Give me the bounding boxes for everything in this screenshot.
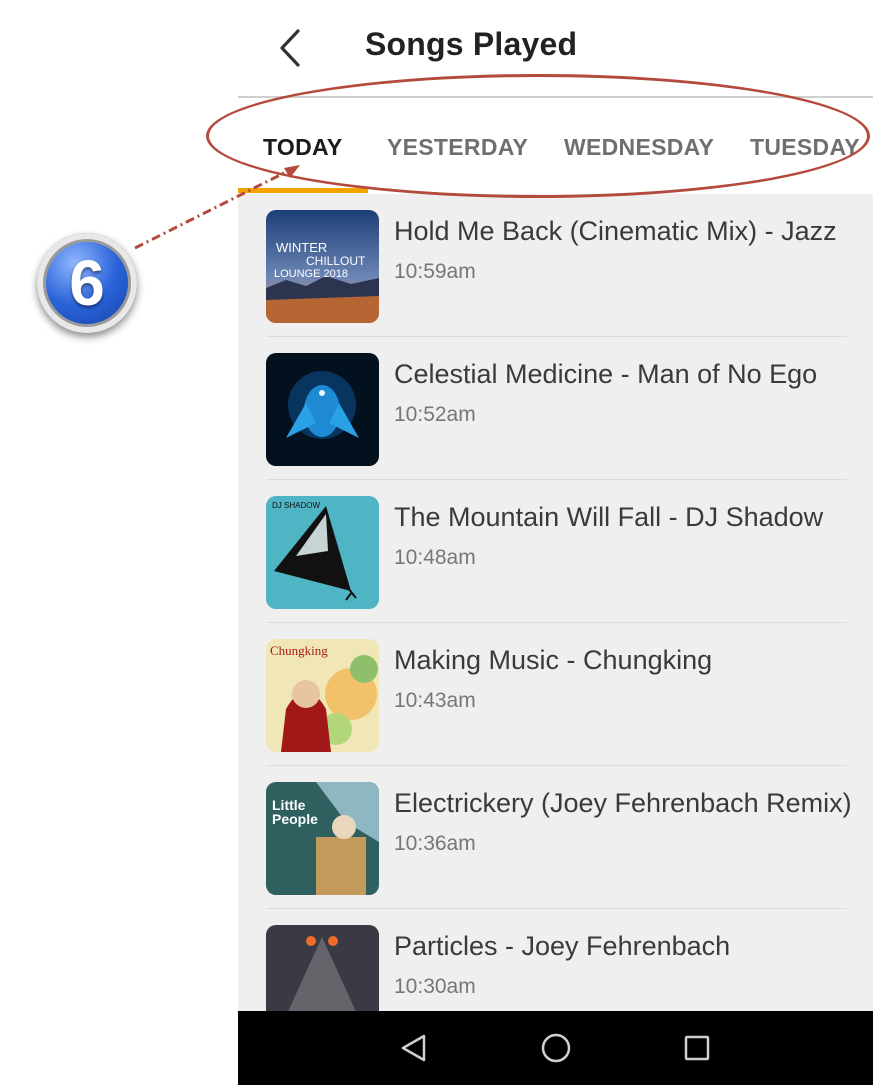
tab-tuesday[interactable]: TUESDAY: [750, 134, 860, 161]
song-row[interactable]: Chungking Making Music - Chungking 10:43…: [238, 623, 873, 766]
song-time: 10:52am: [394, 403, 476, 426]
active-tab-indicator: [238, 188, 368, 193]
tab-yesterday[interactable]: YESTERDAY: [387, 134, 528, 161]
song-time: 10:59am: [394, 260, 476, 283]
song-time: 10:43am: [394, 689, 476, 712]
callout-number-badge: 6: [37, 233, 137, 333]
art-text: Chungking: [270, 643, 328, 658]
song-row[interactable]: Celestial Medicine - Man of No Ego 10:52…: [238, 337, 873, 480]
nav-home-button[interactable]: [531, 1025, 581, 1071]
album-art: Chungking: [266, 639, 379, 752]
songs-list: WINTER CHILLOUT LOUNGE 2018 Hold Me Back…: [238, 194, 873, 1011]
nav-back-button[interactable]: [389, 1025, 439, 1071]
app-header: Songs Played: [238, 0, 873, 98]
album-art: [266, 353, 379, 466]
art-text: WINTER: [276, 240, 327, 255]
song-title: Particles - Joey Fehrenbach: [394, 931, 731, 961]
app-screen: Songs Played TODAY YESTERDAY WEDNESDAY T…: [238, 0, 873, 1085]
album-art: WINTER CHILLOUT LOUNGE 2018: [266, 210, 379, 323]
song-time: 10:48am: [394, 546, 476, 569]
back-arrow-icon: [280, 29, 300, 67]
nav-recents-icon: [684, 1035, 710, 1061]
song-row[interactable]: WINTER CHILLOUT LOUNGE 2018 Hold Me Back…: [238, 194, 873, 337]
song-row[interactable]: Little People Electrickery (Joey Fehrenb…: [238, 766, 873, 909]
song-title: Electrickery (Joey Fehrenbach Remix): [394, 788, 852, 818]
page-title: Songs Played: [365, 26, 578, 62]
album-art: DJ SHADOW: [266, 496, 379, 609]
callout-number: 6: [69, 247, 105, 319]
art-text: LOUNGE 2018: [274, 268, 348, 280]
song-time: 10:30am: [394, 975, 476, 998]
art-text: People: [272, 811, 318, 827]
art-text: DJ SHADOW: [272, 501, 320, 510]
song-title: Hold Me Back (Cinematic Mix) - Jazz: [394, 216, 837, 246]
nav-recents-button[interactable]: [672, 1025, 722, 1071]
nav-back-icon: [401, 1034, 426, 1062]
album-art: [266, 925, 379, 1011]
album-art: Little People: [266, 782, 379, 895]
day-tabs: TODAY YESTERDAY WEDNESDAY TUESDAY: [238, 98, 873, 194]
system-navigation-bar: [238, 1011, 873, 1085]
song-title: Celestial Medicine - Man of No Ego: [394, 359, 818, 389]
back-button[interactable]: [268, 24, 312, 72]
tab-wednesday[interactable]: WEDNESDAY: [564, 134, 714, 161]
song-row[interactable]: Particles - Joey Fehrenbach 10:30am: [238, 909, 873, 1011]
nav-home-icon: [541, 1033, 571, 1063]
song-title: Making Music - Chungking: [394, 645, 713, 675]
tab-today[interactable]: TODAY: [263, 134, 342, 161]
song-row[interactable]: DJ SHADOW The Mountain Will Fall - DJ Sh…: [238, 480, 873, 623]
song-time: 10:36am: [394, 832, 476, 855]
art-text: CHILLOUT: [306, 254, 366, 268]
song-title: The Mountain Will Fall - DJ Shadow: [394, 502, 824, 532]
